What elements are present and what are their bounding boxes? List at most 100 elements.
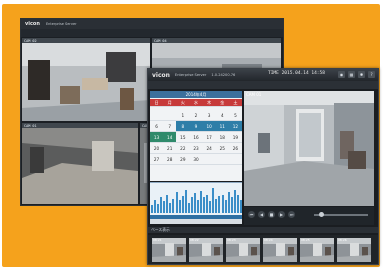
chart-bar — [154, 200, 157, 213]
time-readout: TIME 2015.04.14 14:58 — [268, 71, 325, 76]
thumbnail-label: 08:24 — [264, 238, 273, 242]
calendar-day[interactable]: 5 — [228, 110, 242, 121]
skip-back-button[interactable]: ⏮ — [248, 211, 255, 218]
calendar-day — [202, 154, 216, 165]
calendar-day[interactable]: 10 — [202, 121, 216, 132]
camera-thumbnail[interactable]: 08:24 — [263, 238, 297, 262]
camera-thumbnail[interactable]: 08:23 — [226, 238, 260, 262]
calendar-day[interactable]: 6 — [150, 121, 164, 132]
thumbnail-label: 08:25 — [301, 238, 310, 242]
calendar-day[interactable]: 27 — [150, 154, 164, 165]
calendar-day[interactable]: 22 — [176, 143, 190, 154]
chart-bar — [175, 192, 178, 213]
calendar-weekday: 日 — [150, 99, 164, 107]
calendar-day[interactable]: 29 — [176, 154, 190, 165]
calendar-day[interactable]: 13 — [150, 132, 164, 143]
camera-pane-1-image — [22, 38, 150, 121]
chart-bar — [193, 193, 196, 213]
front-window-logo: vicon — [152, 71, 170, 79]
calendar-day[interactable]: 8 — [176, 121, 190, 132]
calendar-day[interactable]: 18 — [215, 132, 229, 143]
camera-pane-3[interactable]: CAM 01 — [22, 123, 138, 204]
camera-thumbnail[interactable]: 08:26 — [337, 238, 371, 262]
calendar-day[interactable]: 26 — [228, 143, 242, 154]
calendar-day[interactable]: 16 — [189, 132, 203, 143]
calendar-day[interactable]: 1 — [176, 110, 190, 121]
calendar-day[interactable]: 7 — [163, 121, 177, 132]
chart-bar — [236, 195, 239, 213]
titlebar-icons: ◉ ▦ ✱ ? — [338, 71, 375, 78]
chart-bar — [187, 203, 190, 213]
chart-bar — [239, 200, 242, 213]
camera-pane-3-image — [22, 123, 138, 204]
calendar-day[interactable]: 25 — [215, 143, 229, 154]
chart-bar — [206, 195, 209, 213]
camera-pane-3-header — [22, 123, 138, 128]
reverse-button[interactable]: ◀ — [258, 211, 265, 218]
calendar-day[interactable]: 19 — [228, 132, 242, 143]
chart-bar — [181, 196, 184, 213]
timeline-bar — [148, 227, 378, 233]
chart-bar — [233, 190, 236, 213]
chart-bar — [221, 195, 224, 213]
calendar-weekday: 火 — [176, 99, 190, 107]
chart-bar — [224, 200, 227, 213]
calendar-day[interactable]: 30 — [189, 154, 203, 165]
playback-controls: ⏮ ◀ ■ ▶ ⏭ — [244, 207, 374, 225]
camera-icon[interactable]: ◉ — [338, 71, 345, 78]
front-viewer-window: vicon Enterprise Server 1.0.24200.76 TIM… — [147, 68, 379, 265]
main-camera-image — [244, 91, 374, 206]
chart-bar — [190, 197, 193, 213]
calendar-day[interactable]: 12 — [228, 121, 242, 132]
chart-bar — [163, 201, 166, 213]
calendar-day[interactable]: 11 — [215, 121, 229, 132]
calendar-day[interactable]: 23 — [189, 143, 203, 154]
chart-bar — [218, 196, 221, 213]
chart-bar — [166, 195, 169, 213]
main-camera-view[interactable]: CAM 01 — [244, 91, 374, 206]
calendar-day[interactable]: 9 — [189, 121, 203, 132]
calendar-day[interactable]: 24 — [202, 143, 216, 154]
calendar-day[interactable]: 14 — [163, 132, 177, 143]
play-button[interactable]: ▶ — [278, 211, 285, 218]
calendar-day — [228, 154, 242, 165]
time-value: 2015.04.14 14:58 — [281, 71, 325, 76]
calendar-day[interactable]: 17 — [202, 132, 216, 143]
front-window-version: 1.0.24200.76 — [211, 73, 236, 77]
calendar-weekday: 金 — [215, 99, 229, 107]
calendar-grid: 日月火水木金土 1 2 3 4 5 6 7 8 9 10 11 12 13 14 15 16 17 18 19 20 21… — [150, 99, 242, 181]
thumbnail-label: 08:23 — [227, 238, 236, 242]
calendar-day[interactable]: 3 — [202, 110, 216, 121]
stop-button[interactable]: ■ — [268, 211, 275, 218]
calendar-day[interactable]: 28 — [163, 154, 177, 165]
chart-bar — [197, 200, 199, 213]
gear-icon[interactable]: ✱ — [358, 71, 365, 78]
calendar-day[interactable]: 4 — [215, 110, 229, 121]
chart-bar — [160, 197, 163, 213]
calendar-day[interactable]: 21 — [163, 143, 177, 154]
calendar-day[interactable]: 2 — [189, 110, 203, 121]
camera-thumbnail[interactable]: 08:21 — [152, 238, 186, 262]
camera-pane-1[interactable]: CAM 02 — [22, 38, 150, 121]
camera-thumbnail[interactable]: 08:22 — [189, 238, 223, 262]
chart-bar — [157, 204, 160, 213]
back-window-titlebar: vicon Enterprise Server — [21, 19, 283, 29]
grid-icon[interactable]: ▦ — [348, 71, 355, 78]
help-icon[interactable]: ? — [368, 71, 375, 78]
recording-calendar: 2014年4月 日月火水木金土 1 2 3 4 5 6 7 8 9 10 11 12 13 14 15 16 17… — [150, 91, 242, 181]
chart-bar — [169, 203, 172, 213]
back-window-logo: vicon — [25, 21, 40, 27]
calendar-weekday: 土 — [228, 99, 242, 107]
chart-axis — [150, 219, 242, 224]
calendar-day[interactable]: 20 — [150, 143, 164, 154]
chart-bar — [184, 190, 187, 213]
camera-pane-2-label: CAM 04 — [154, 39, 167, 43]
camera-thumbnail[interactable]: 08:25 — [300, 238, 334, 262]
playback-slider-handle[interactable] — [318, 212, 324, 217]
camera-pane-3-label: CAM 01 — [24, 124, 37, 128]
calendar-day[interactable]: 15 — [176, 132, 190, 143]
front-window-title: Enterprise Server — [174, 73, 207, 77]
calendar-weekday: 水 — [189, 99, 203, 107]
camera-pane-1-header — [22, 38, 150, 43]
skip-forward-button[interactable]: ⏭ — [288, 211, 295, 218]
